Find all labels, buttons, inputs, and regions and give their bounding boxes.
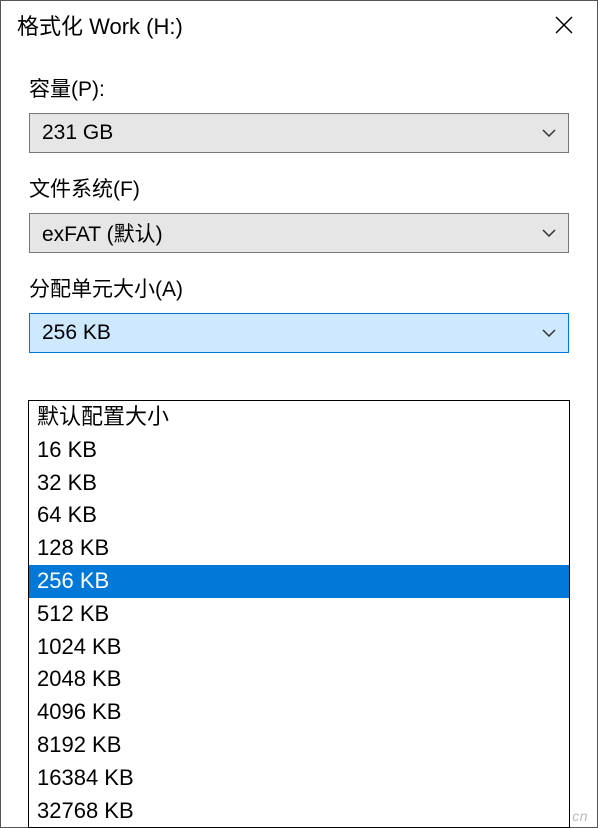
close-button[interactable] <box>547 12 581 38</box>
allocation-option[interactable]: 16384 KB <box>29 762 569 795</box>
filesystem-select[interactable]: exFAT (默认) <box>29 213 569 253</box>
allocation-label: 分配单元大小(A) <box>29 273 569 303</box>
titlebar: 格式化 Work (H:) <box>1 1 597 49</box>
capacity-group: 容量(P): 231 GB <box>29 73 569 153</box>
dialog-content: 容量(P): 231 GB 文件系统(F) exFAT (默认) 分配单元大小(… <box>1 49 597 373</box>
allocation-option[interactable]: 256 KB <box>29 565 569 598</box>
close-icon <box>555 16 573 34</box>
allocation-group: 分配单元大小(A) 256 KB <box>29 273 569 353</box>
chevron-down-icon <box>542 329 556 337</box>
filesystem-group: 文件系统(F) exFAT (默认) <box>29 173 569 253</box>
capacity-value: 231 GB <box>42 121 113 145</box>
chevron-down-icon <box>542 229 556 237</box>
allocation-option[interactable]: 32 KB <box>29 467 569 500</box>
allocation-option[interactable]: 16 KB <box>29 434 569 467</box>
allocation-option[interactable]: 32768 KB <box>29 795 569 828</box>
capacity-label: 容量(P): <box>29 73 569 103</box>
capacity-select[interactable]: 231 GB <box>29 113 569 153</box>
allocation-dropdown[interactable]: 默认配置大小16 KB32 KB64 KB128 KB256 KB512 KB1… <box>28 400 570 828</box>
filesystem-value: exFAT (默认) <box>42 218 163 248</box>
filesystem-label: 文件系统(F) <box>29 173 569 203</box>
allocation-option[interactable]: 4096 KB <box>29 696 569 729</box>
window-title: 格式化 Work (H:) <box>17 9 183 41</box>
allocation-option[interactable]: 64 KB <box>29 499 569 532</box>
allocation-value: 256 KB <box>42 321 111 345</box>
allocation-option[interactable]: 1024 KB <box>29 631 569 664</box>
allocation-option[interactable]: 2048 KB <box>29 663 569 696</box>
allocation-option[interactable]: 512 KB <box>29 598 569 631</box>
allocation-option[interactable]: 默认配置大小 <box>29 401 569 434</box>
allocation-select[interactable]: 256 KB <box>29 313 569 353</box>
format-dialog: 格式化 Work (H:) 容量(P): 231 GB 文件系统(F) exFA… <box>0 0 598 828</box>
chevron-down-icon <box>542 129 556 137</box>
allocation-option[interactable]: 8192 KB <box>29 729 569 762</box>
allocation-option[interactable]: 128 KB <box>29 532 569 565</box>
